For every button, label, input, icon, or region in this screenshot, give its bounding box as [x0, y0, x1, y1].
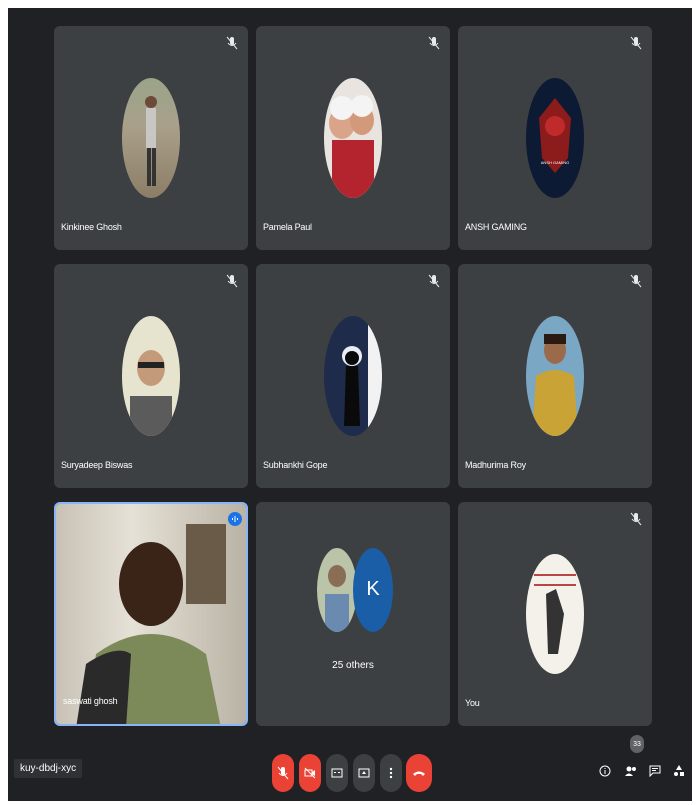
participant-tile-self[interactable]: You [458, 502, 652, 726]
participant-count-badge: 33 [630, 735, 644, 753]
participant-tile[interactable]: Subhankhi Gope [256, 264, 450, 488]
participant-name: ANSH GAMING [465, 222, 527, 232]
participant-name: Kinkinee Ghosh [61, 222, 122, 232]
others-count: 25 others [332, 660, 374, 671]
present-button[interactable] [353, 754, 375, 792]
mic-toggle-button[interactable] [272, 754, 294, 792]
present-icon [358, 768, 370, 778]
participant-tile[interactable]: Suryadeep Biswas [54, 264, 248, 488]
avatar-letter: K [366, 578, 380, 600]
participant-name: Madhurima Roy [465, 460, 526, 470]
avatar [317, 548, 357, 632]
others-tile[interactable]: K 25 others [256, 502, 450, 726]
avatar: K [353, 548, 393, 632]
meeting-details-button[interactable] [596, 761, 614, 781]
mic-off-icon [226, 36, 238, 50]
mic-off-icon [428, 36, 440, 50]
mic-off-icon [428, 274, 440, 288]
avatar [122, 316, 180, 436]
avatar [526, 316, 584, 436]
avatar [324, 78, 382, 198]
camera-toggle-button[interactable] [299, 754, 321, 792]
end-call-button[interactable] [406, 754, 432, 792]
participant-video [56, 504, 246, 724]
more-options-icon [389, 767, 393, 779]
more-options-button[interactable] [380, 754, 402, 792]
avatar [324, 316, 382, 436]
people-button[interactable] [622, 761, 640, 781]
speaking-indicator-icon [228, 512, 242, 526]
mic-off-icon [630, 274, 642, 288]
end-call-icon [413, 771, 425, 776]
avatar [122, 78, 180, 198]
participant-name: Pamela Paul [263, 222, 312, 232]
avatar [526, 554, 584, 674]
mic-off-icon [277, 766, 289, 780]
people-icon [625, 766, 636, 776]
captions-icon [331, 768, 343, 778]
participant-name: Suryadeep Biswas [61, 460, 133, 470]
avatar-logo-text: ANSH GAMING [540, 160, 570, 165]
info-icon [599, 765, 611, 777]
activities-button[interactable] [670, 761, 688, 781]
captions-button[interactable] [326, 754, 348, 792]
mic-off-icon [630, 36, 642, 50]
participant-name: You [465, 698, 480, 708]
participant-tile-active-speaker[interactable]: saswati ghosh [54, 502, 248, 726]
participant-tile[interactable]: ANSH GAMING ANSH GAMING [458, 26, 652, 250]
chat-icon [649, 765, 661, 777]
participant-tile[interactable]: Kinkinee Ghosh [54, 26, 248, 250]
activities-icon [674, 765, 684, 776]
camera-off-icon [304, 767, 316, 779]
avatar: ANSH GAMING [526, 78, 584, 198]
participant-tile[interactable]: Pamela Paul [256, 26, 450, 250]
mic-off-icon [630, 512, 642, 526]
meeting-window: Kinkinee Ghosh Pamela Paul ANSH GAMING A… [8, 8, 692, 801]
control-bar: kuy-dbdj-xyc 33 [8, 731, 692, 801]
participant-name: Subhankhi Gope [263, 460, 328, 470]
participant-name: saswati ghosh [63, 696, 118, 706]
participant-tile[interactable]: Madhurima Roy [458, 264, 652, 488]
mic-off-icon [226, 274, 238, 288]
chat-button[interactable] [646, 761, 664, 781]
meeting-code[interactable]: kuy-dbdj-xyc [14, 759, 83, 778]
